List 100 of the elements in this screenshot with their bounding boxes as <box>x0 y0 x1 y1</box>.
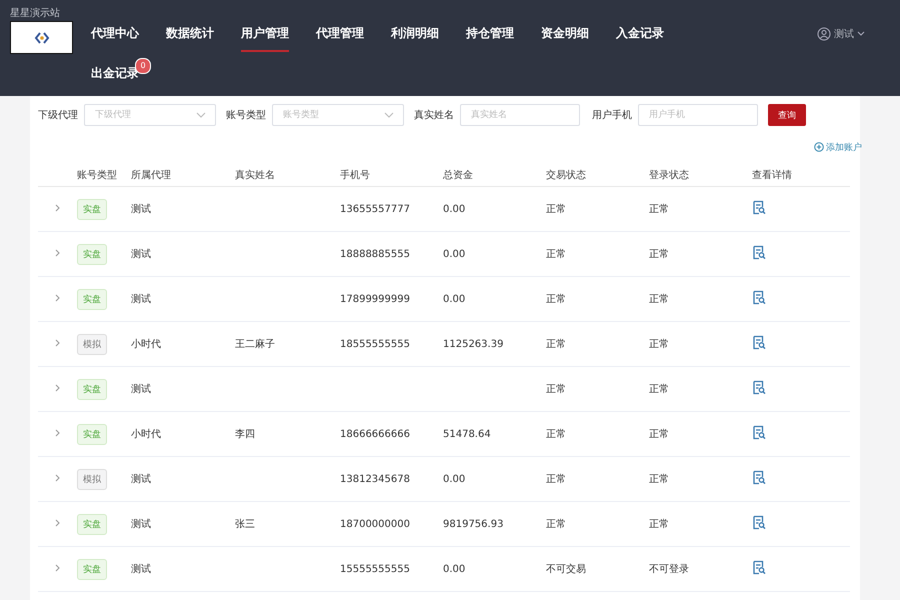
filter-label: 账号类型 <box>226 108 266 122</box>
table-cell: 正常 <box>546 384 566 395</box>
expand-chevron-icon[interactable] <box>55 518 60 526</box>
account-type-tag: 实盘 <box>77 558 107 580</box>
table-cell: 正常 <box>649 249 669 260</box>
filter-label: 真实姓名 <box>414 108 454 122</box>
account-type-tag: 模拟 <box>77 468 107 490</box>
table-cell: 张三 <box>235 519 255 530</box>
table-cell: 测试 <box>131 474 151 485</box>
dropdown-field[interactable]: 账号类型 <box>272 104 404 126</box>
nav-tab[interactable]: 持仓管理 <box>466 20 514 52</box>
document-search-icon[interactable] <box>752 245 766 260</box>
table-cell: 正常 <box>546 249 566 260</box>
document-search-icon[interactable] <box>752 425 766 440</box>
chevron-down-icon <box>196 112 206 118</box>
table-cell: 51478.64 <box>443 428 491 440</box>
table-cell: 9819756.93 <box>443 518 504 530</box>
table-cell: 测试 <box>131 519 151 530</box>
filter-label: 用户手机 <box>592 108 632 122</box>
nav-tab[interactable]: 入金记录 <box>616 20 664 52</box>
table-cell: 正常 <box>649 429 669 440</box>
search-button[interactable]: 查询 <box>768 104 806 126</box>
dropdown-field[interactable]: 下级代理 <box>84 104 216 126</box>
input-field[interactable]: 用户手机 <box>638 104 758 126</box>
table-cell: 0.00 <box>443 248 466 260</box>
document-search-icon[interactable] <box>752 470 766 485</box>
user-icon <box>817 27 831 41</box>
table-cell: 正常 <box>546 339 566 350</box>
table-cell: 正常 <box>546 519 566 530</box>
nav-tab[interactable]: 数据统计 <box>166 20 214 52</box>
nav-tab[interactable]: 用户管理 <box>241 20 289 52</box>
document-search-icon[interactable] <box>752 515 766 530</box>
table-cell: 18888885555 <box>340 248 410 260</box>
plus-circle-icon <box>814 142 824 152</box>
table-cell: 15555555555 <box>340 564 410 574</box>
table-cell: 0.00 <box>443 294 466 304</box>
table-cell: 13812345678 <box>340 474 410 484</box>
table-cell: 正常 <box>649 384 669 395</box>
table-cell: 0.00 <box>443 204 466 214</box>
document-search-icon[interactable] <box>752 335 766 350</box>
table-cell: 小时代 <box>131 429 161 440</box>
table-cell: 不可交易 <box>546 564 586 575</box>
table-cell: 0.00 <box>443 474 466 484</box>
expand-chevron-icon[interactable] <box>55 338 60 346</box>
table-cell: 测试 <box>131 384 151 395</box>
table-cell: 17899999999 <box>340 294 410 304</box>
account-type-tag: 实盘 <box>77 424 107 444</box>
expand-chevron-icon[interactable] <box>55 428 60 436</box>
table-cell: 正常 <box>649 204 669 215</box>
table-cell: 正常 <box>546 204 566 215</box>
table-cell: 正常 <box>546 294 566 305</box>
table-cell: 不可登录 <box>649 564 689 575</box>
table-cell: 正常 <box>649 294 669 305</box>
add-account-link[interactable]: 添加账户 <box>814 140 862 154</box>
expand-chevron-icon[interactable] <box>55 294 60 302</box>
table-cell: 测试 <box>131 249 151 260</box>
account-type-tag: 实盘 <box>77 288 107 310</box>
table-cell: 18700000000 <box>340 518 410 530</box>
table-cell: 小时代 <box>131 339 161 350</box>
document-search-icon[interactable] <box>752 290 766 305</box>
document-search-icon[interactable] <box>752 560 766 575</box>
expand-chevron-icon[interactable] <box>55 248 60 256</box>
table-cell: 李四 <box>235 429 255 440</box>
caret-icon <box>857 31 865 37</box>
expand-chevron-icon[interactable] <box>55 384 60 392</box>
table-cell: 正常 <box>546 474 566 485</box>
table-cell: 测试 <box>131 204 151 215</box>
column-header: 账号类型 <box>77 164 131 186</box>
document-search-icon[interactable] <box>752 200 766 215</box>
nav-tab[interactable]: 利润明细 <box>391 20 439 52</box>
nav-tab[interactable]: 代理管理 <box>316 20 364 52</box>
column-header: 真实姓名 <box>235 164 340 186</box>
filter-label: 下级代理 <box>38 109 78 122</box>
column-header: 登录状态 <box>649 164 752 186</box>
column-header: 所属代理 <box>131 164 235 186</box>
table-cell: 18666666666 <box>340 428 410 440</box>
column-header: 交易状态 <box>546 164 649 186</box>
account-type-tag: 实盘 <box>77 244 107 264</box>
input-field[interactable]: 真实姓名 <box>460 104 580 126</box>
chevron-down-icon <box>384 112 394 118</box>
table-cell: 13655557777 <box>340 204 410 214</box>
table-cell: 0.00 <box>443 564 466 574</box>
nav-tab[interactable]: 资金明细 <box>541 20 589 52</box>
document-search-icon[interactable] <box>752 380 766 395</box>
table-cell: 正常 <box>649 339 669 350</box>
nav-tab[interactable]: 代理中心 <box>91 20 139 52</box>
account-type-tag: 实盘 <box>77 514 107 534</box>
table-cell: 18555555555 <box>340 338 410 350</box>
table-cell: 测试 <box>131 564 151 575</box>
expand-chevron-icon[interactable] <box>55 474 60 482</box>
expand-chevron-icon[interactable] <box>55 204 60 212</box>
user-menu[interactable]: 测试 <box>817 27 865 41</box>
site-title: 星星演示站 <box>10 6 60 20</box>
table-cell: 王二麻子 <box>235 339 275 350</box>
account-type-tag: 实盘 <box>77 198 107 220</box>
table-cell: 正常 <box>649 519 669 530</box>
account-type-tag: 实盘 <box>77 378 107 400</box>
expand-chevron-icon[interactable] <box>55 564 60 572</box>
table-cell: 正常 <box>546 429 566 440</box>
column-header: 手机号 <box>340 164 443 186</box>
